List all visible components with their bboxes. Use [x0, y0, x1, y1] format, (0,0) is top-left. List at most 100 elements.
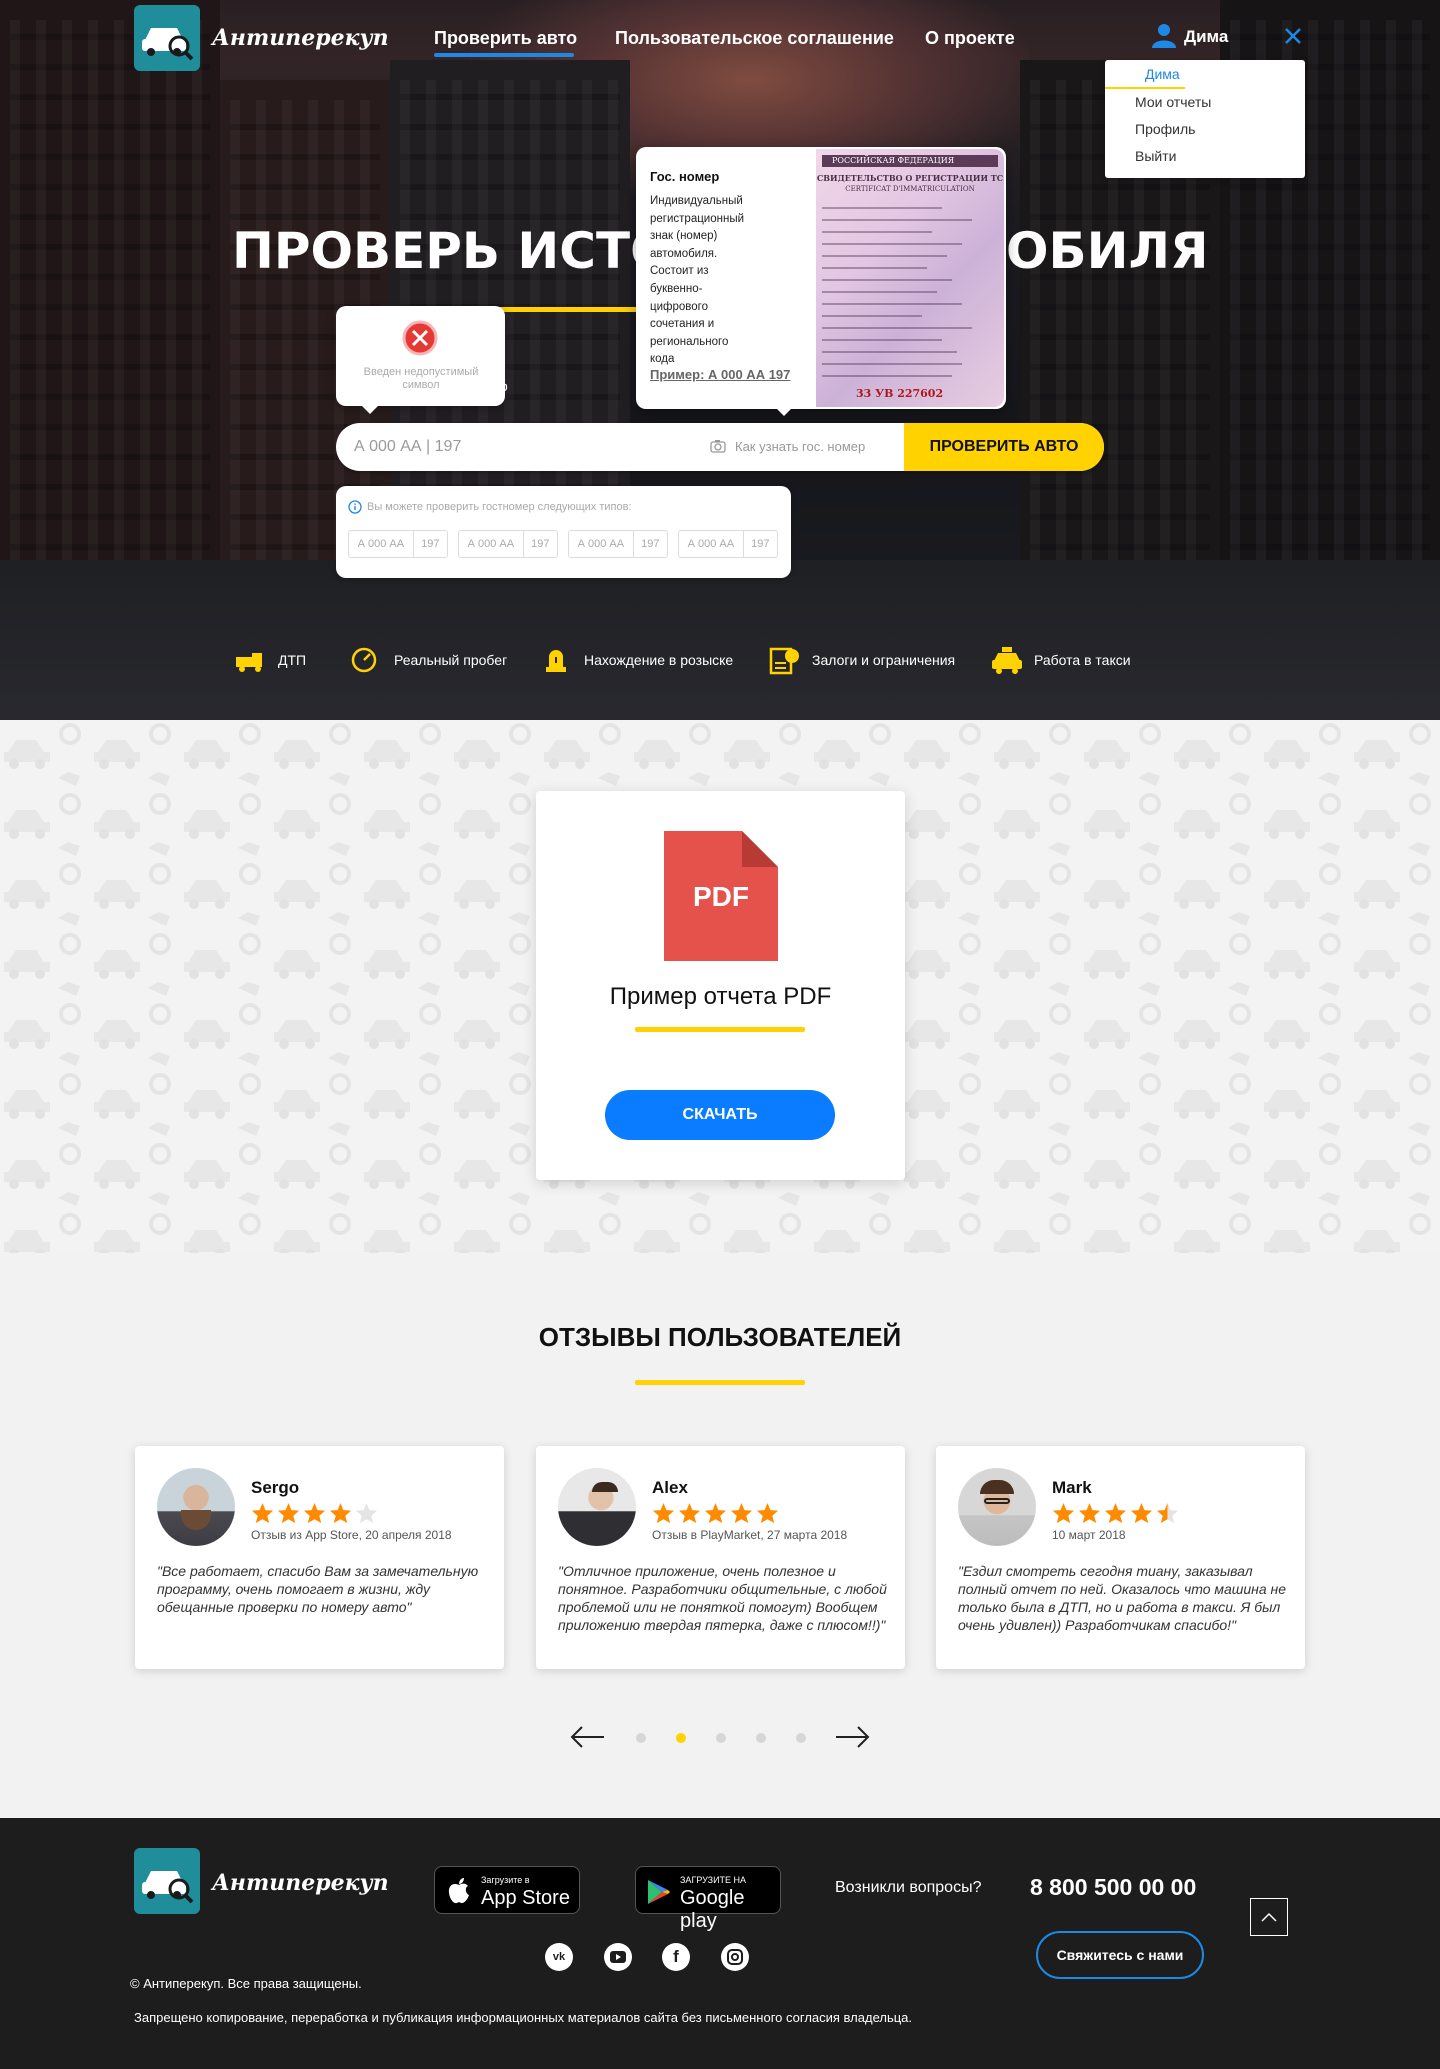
review-card: Sergo Отзыв из App Store, 20 апреля 2018… — [135, 1446, 504, 1669]
star-icon — [1130, 1502, 1153, 1524]
star-icon — [329, 1502, 352, 1524]
info-icon — [348, 500, 362, 519]
tooltip-example: Пример: А 000 АА 197 — [650, 367, 791, 382]
star-icon — [1104, 1502, 1127, 1524]
user-dropdown-menu: Дима Мои отчеты Профиль Выйти — [1105, 60, 1305, 178]
star-icon — [1078, 1502, 1101, 1524]
partial-label-o: о — [500, 378, 508, 394]
youtube-icon[interactable] — [604, 1943, 632, 1971]
avatar — [958, 1468, 1036, 1546]
doc-subtitle: CERTIFICAT D'IMMATRICULATION — [845, 185, 975, 193]
nav-check-auto[interactable]: Проверить авто — [434, 28, 577, 49]
error-tooltip: Введен недопустимый символ — [336, 306, 505, 406]
doc-number: 33 УВ 227602 — [856, 387, 944, 400]
pagination-dot[interactable] — [716, 1733, 726, 1743]
error-text: Введен недопустимый символ — [363, 366, 479, 391]
feature-liens: Залоги и ограничения — [768, 645, 955, 675]
rating-stars — [652, 1502, 779, 1524]
camera-icon[interactable] — [710, 439, 726, 458]
star-icon — [1052, 1502, 1075, 1524]
plate-hint-link[interactable]: Как узнать гос. номер — [735, 439, 865, 454]
star-icon — [1156, 1502, 1179, 1524]
pagination-dot[interactable] — [756, 1733, 766, 1743]
download-button[interactable]: СКАЧАТЬ — [605, 1090, 835, 1140]
review-text: "Все работает, спасибо Вам за замечатель… — [157, 1563, 479, 1615]
taxi-icon — [992, 647, 1022, 674]
reviews-title-underline — [635, 1380, 805, 1385]
tooltip-arrow — [774, 406, 794, 416]
star-icon — [678, 1502, 701, 1524]
menu-item-logout[interactable]: Выйти — [1135, 148, 1176, 164]
phone-number[interactable]: 8 800 500 00 00 — [1030, 1874, 1196, 1901]
plate-formats-panel: Вы можете проверить гостномер следующих … — [336, 486, 791, 578]
scroll-top-button[interactable] — [1250, 1898, 1288, 1936]
error-icon — [402, 320, 438, 361]
logo-text[interactable]: Антиперекуп — [212, 25, 389, 51]
arrow-right-icon[interactable] — [834, 1725, 870, 1754]
facebook-icon[interactable]: f — [662, 1943, 690, 1971]
star-icon — [730, 1502, 753, 1524]
instagram-icon[interactable] — [721, 1943, 749, 1971]
google-play-icon — [648, 1880, 670, 1904]
feature-accident: ДТП — [234, 645, 306, 675]
hero-headline-right: ОБИЛЯ — [1006, 222, 1209, 280]
tooltip-body: Индивидуальный регистрационный знак (ном… — [650, 195, 745, 366]
questions-label: Возникли вопросы? — [835, 1879, 982, 1896]
check-auto-button[interactable]: ПРОВЕРИТЬ АВТО — [904, 423, 1104, 471]
close-icon[interactable] — [1284, 27, 1302, 50]
avatar — [558, 1468, 636, 1546]
vk-icon[interactable]: vk — [545, 1943, 573, 1971]
footer-logo-icon[interactable] — [134, 1848, 200, 1914]
plate-format-sample: А 000 АА 197 — [568, 530, 668, 558]
headline-underline — [500, 307, 640, 312]
google-play-button[interactable]: ЗАГРУЗИТЕ НА Google play — [635, 1866, 781, 1932]
star-icon — [704, 1502, 727, 1524]
pagination-dot[interactable] — [676, 1733, 686, 1743]
contact-us-button[interactable]: Свяжитесь с нами — [1036, 1931, 1204, 1979]
review-text: "Отличное приложение, очень полезное и п… — [558, 1563, 887, 1633]
review-card: Mark 10 март 2018 "Ездил смотреть сегодн… — [936, 1446, 1305, 1669]
nav-about[interactable]: О проекте — [925, 28, 1015, 49]
rating-stars — [1052, 1502, 1179, 1524]
menu-item-profile[interactable]: Профиль — [1135, 121, 1195, 137]
menu-active-underline — [1105, 87, 1185, 89]
pdf-icon-label: PDF — [693, 881, 749, 912]
footer-logo-text[interactable]: Антиперекуп — [212, 1870, 389, 1896]
pdf-title-underline — [635, 1027, 805, 1032]
menu-item-my-reports[interactable]: Мои отчеты — [1135, 94, 1211, 110]
menu-item-user[interactable]: Дима — [1145, 66, 1180, 82]
plate-format-sample: А 000 АА 197 — [678, 530, 778, 558]
nav-user-agreement[interactable]: Пользовательское соглашение — [615, 28, 894, 49]
speedometer-icon — [351, 647, 377, 673]
tow-truck-icon — [236, 653, 262, 672]
review-card: Alex Отзыв в PlayMarket, 27 марта 2018 "… — [536, 1446, 905, 1669]
reviewer-name: Alex — [652, 1478, 688, 1497]
star-icon — [277, 1502, 300, 1524]
reviewer-name: Sergo — [251, 1478, 300, 1497]
hero-headline-left: ПРОВЕРЬ ИСТО — [232, 222, 673, 280]
feature-wanted: Нахождение в розыске — [540, 645, 733, 675]
review-source: Отзыв в PlayMarket, 27 марта 2018 — [652, 1528, 848, 1542]
doc-header: РОССИЙСКАЯ ФЕДЕРАЦИЯ — [822, 155, 998, 167]
user-name[interactable]: Дима — [1184, 27, 1228, 47]
plate-format-sample: А 000 АА 197 — [348, 530, 448, 558]
rating-stars — [251, 1502, 378, 1524]
arrow-left-icon[interactable] — [570, 1725, 606, 1754]
pagination-dot[interactable] — [796, 1733, 806, 1743]
apple-icon — [448, 1878, 469, 1904]
police-light-icon — [546, 650, 566, 672]
error-tooltip-arrow — [360, 404, 380, 414]
doc-title: СВИДЕТЕЛЬСТВО О РЕГИСТРАЦИИ ТС — [816, 173, 1004, 183]
star-icon — [251, 1502, 274, 1524]
plate-number-input[interactable] — [354, 423, 684, 471]
star-icon — [756, 1502, 779, 1524]
plate-number-tooltip: Гос. номер Индивидуальный регистрационны… — [636, 147, 1006, 409]
logo-icon[interactable] — [134, 5, 200, 71]
app-store-button[interactable]: Загрузите в App Store — [434, 1866, 580, 1914]
plate-format-sample: А 000 АА 197 — [458, 530, 558, 558]
user-icon[interactable] — [1151, 22, 1177, 53]
pagination-dot[interactable] — [636, 1733, 646, 1743]
document-money-icon — [769, 647, 799, 675]
copyright: © Антиперекуп. Все права защищены. — [130, 1976, 362, 1991]
pdf-sample-card: PDF Пример отчета PDF СКАЧАТЬ — [536, 791, 905, 1180]
